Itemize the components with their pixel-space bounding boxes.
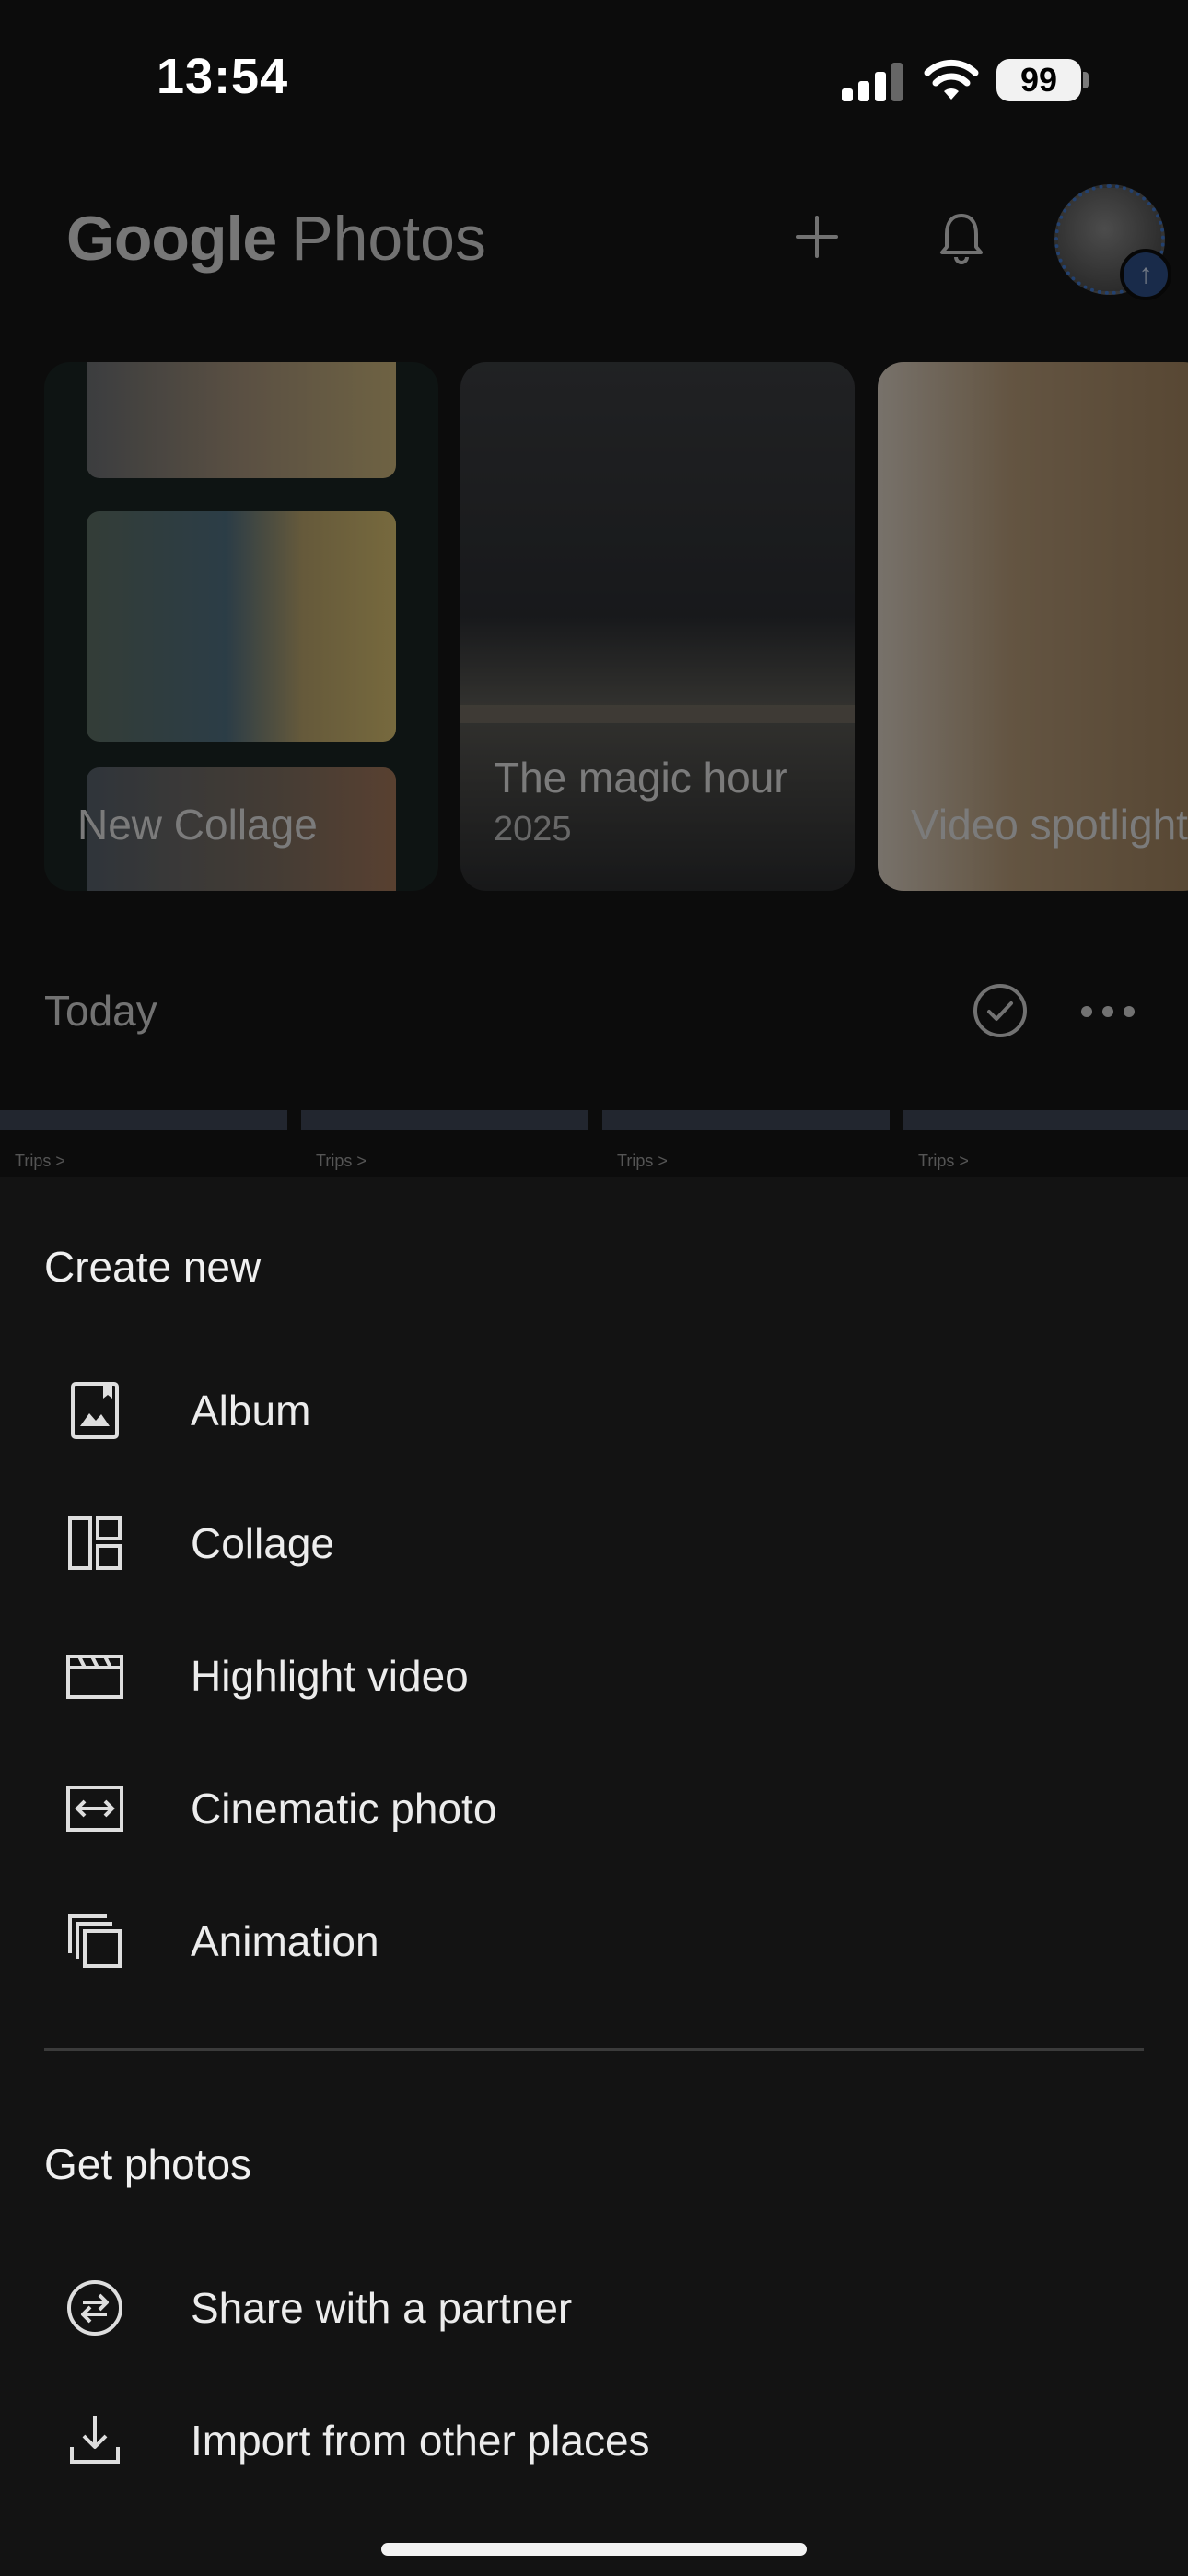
status-time: 13:54 <box>157 49 289 104</box>
menu-label: Cinematic photo <box>191 1785 497 1832</box>
memory-card-new-collage[interactable]: New Collage <box>44 362 438 891</box>
menu-label: Animation <box>191 1917 379 1965</box>
menu-item-animation[interactable]: Animation <box>0 1881 1188 2001</box>
menu-label: Album <box>191 1387 311 1434</box>
menu-label: Highlight video <box>191 1652 469 1700</box>
menu-item-collage[interactable]: Collage <box>0 1483 1188 1603</box>
menu-item-album[interactable]: Album <box>0 1351 1188 1470</box>
logo-photos: Photos <box>291 204 486 274</box>
wifi-icon <box>924 59 979 100</box>
menu-label: Share with a partner <box>191 2284 573 2332</box>
cinematic-photo-icon <box>66 1786 123 1832</box>
select-check-icon[interactable] <box>972 982 1029 1039</box>
photo-thumbnail[interactable]: Trips > <box>903 1110 1188 1177</box>
photo-thumbnail[interactable]: Trips > <box>602 1110 890 1177</box>
logo-google: Google <box>66 204 277 274</box>
thumbnail-label: Trips > <box>617 1152 668 1170</box>
section-divider <box>44 2048 1144 2051</box>
battery-indicator: 99 <box>996 59 1081 101</box>
menu-item-highlight-video[interactable]: Highlight video <box>0 1616 1188 1736</box>
memory-card-video-spotlight[interactable]: Video spotlight <box>878 362 1188 891</box>
create-bottom-sheet: Create new Album Collage Highlight video <box>0 1177 1188 2576</box>
menu-label: Import from other places <box>191 2417 650 2465</box>
battery-cap <box>1083 72 1089 88</box>
collage-photo <box>87 362 396 478</box>
backup-upload-icon: ↑ <box>1120 249 1171 300</box>
menu-item-share-with-partner[interactable]: Share with a partner <box>0 2248 1188 2368</box>
collage-icon <box>68 1516 122 1570</box>
thumbnail-label: Trips > <box>316 1152 367 1170</box>
plus-icon[interactable] <box>794 214 840 260</box>
memory-card-magic-hour[interactable]: The magic hour 2025 <box>460 362 855 891</box>
section-title-get-photos: Get photos <box>44 2140 252 2188</box>
home-indicator[interactable] <box>381 2543 807 2556</box>
animation-icon <box>68 1914 122 1968</box>
partner-share-icon <box>67 2280 122 2336</box>
thumbnail-label: Trips > <box>918 1152 969 1170</box>
bell-icon[interactable] <box>938 210 985 265</box>
date-header-today: Today <box>44 987 157 1035</box>
collage-photo <box>87 511 396 742</box>
photo-thumbnail[interactable]: Trips > <box>0 1110 287 1177</box>
memory-title: Video spotlight <box>911 801 1188 849</box>
photo-thumbnail[interactable]: Trips > <box>301 1110 588 1177</box>
menu-label: Collage <box>191 1519 334 1567</box>
menu-item-cinematic-photo[interactable]: Cinematic photo <box>0 1749 1188 1868</box>
menu-item-import[interactable]: Import from other places <box>0 2381 1188 2500</box>
import-icon <box>70 2416 120 2464</box>
memory-title: The magic hour <box>494 754 788 802</box>
memory-title: New Collage <box>77 801 318 849</box>
album-icon <box>71 1382 119 1439</box>
cellular-signal-icon <box>842 63 903 101</box>
more-options-icon[interactable] <box>1079 1004 1136 1019</box>
section-title-create-new: Create new <box>44 1243 262 1291</box>
highlight-video-icon <box>66 1655 123 1699</box>
horizon-band <box>460 705 855 723</box>
google-photos-logo: Google Photos <box>66 203 486 275</box>
memory-subtitle: 2025 <box>494 810 572 849</box>
thumbnail-label: Trips > <box>15 1152 65 1170</box>
